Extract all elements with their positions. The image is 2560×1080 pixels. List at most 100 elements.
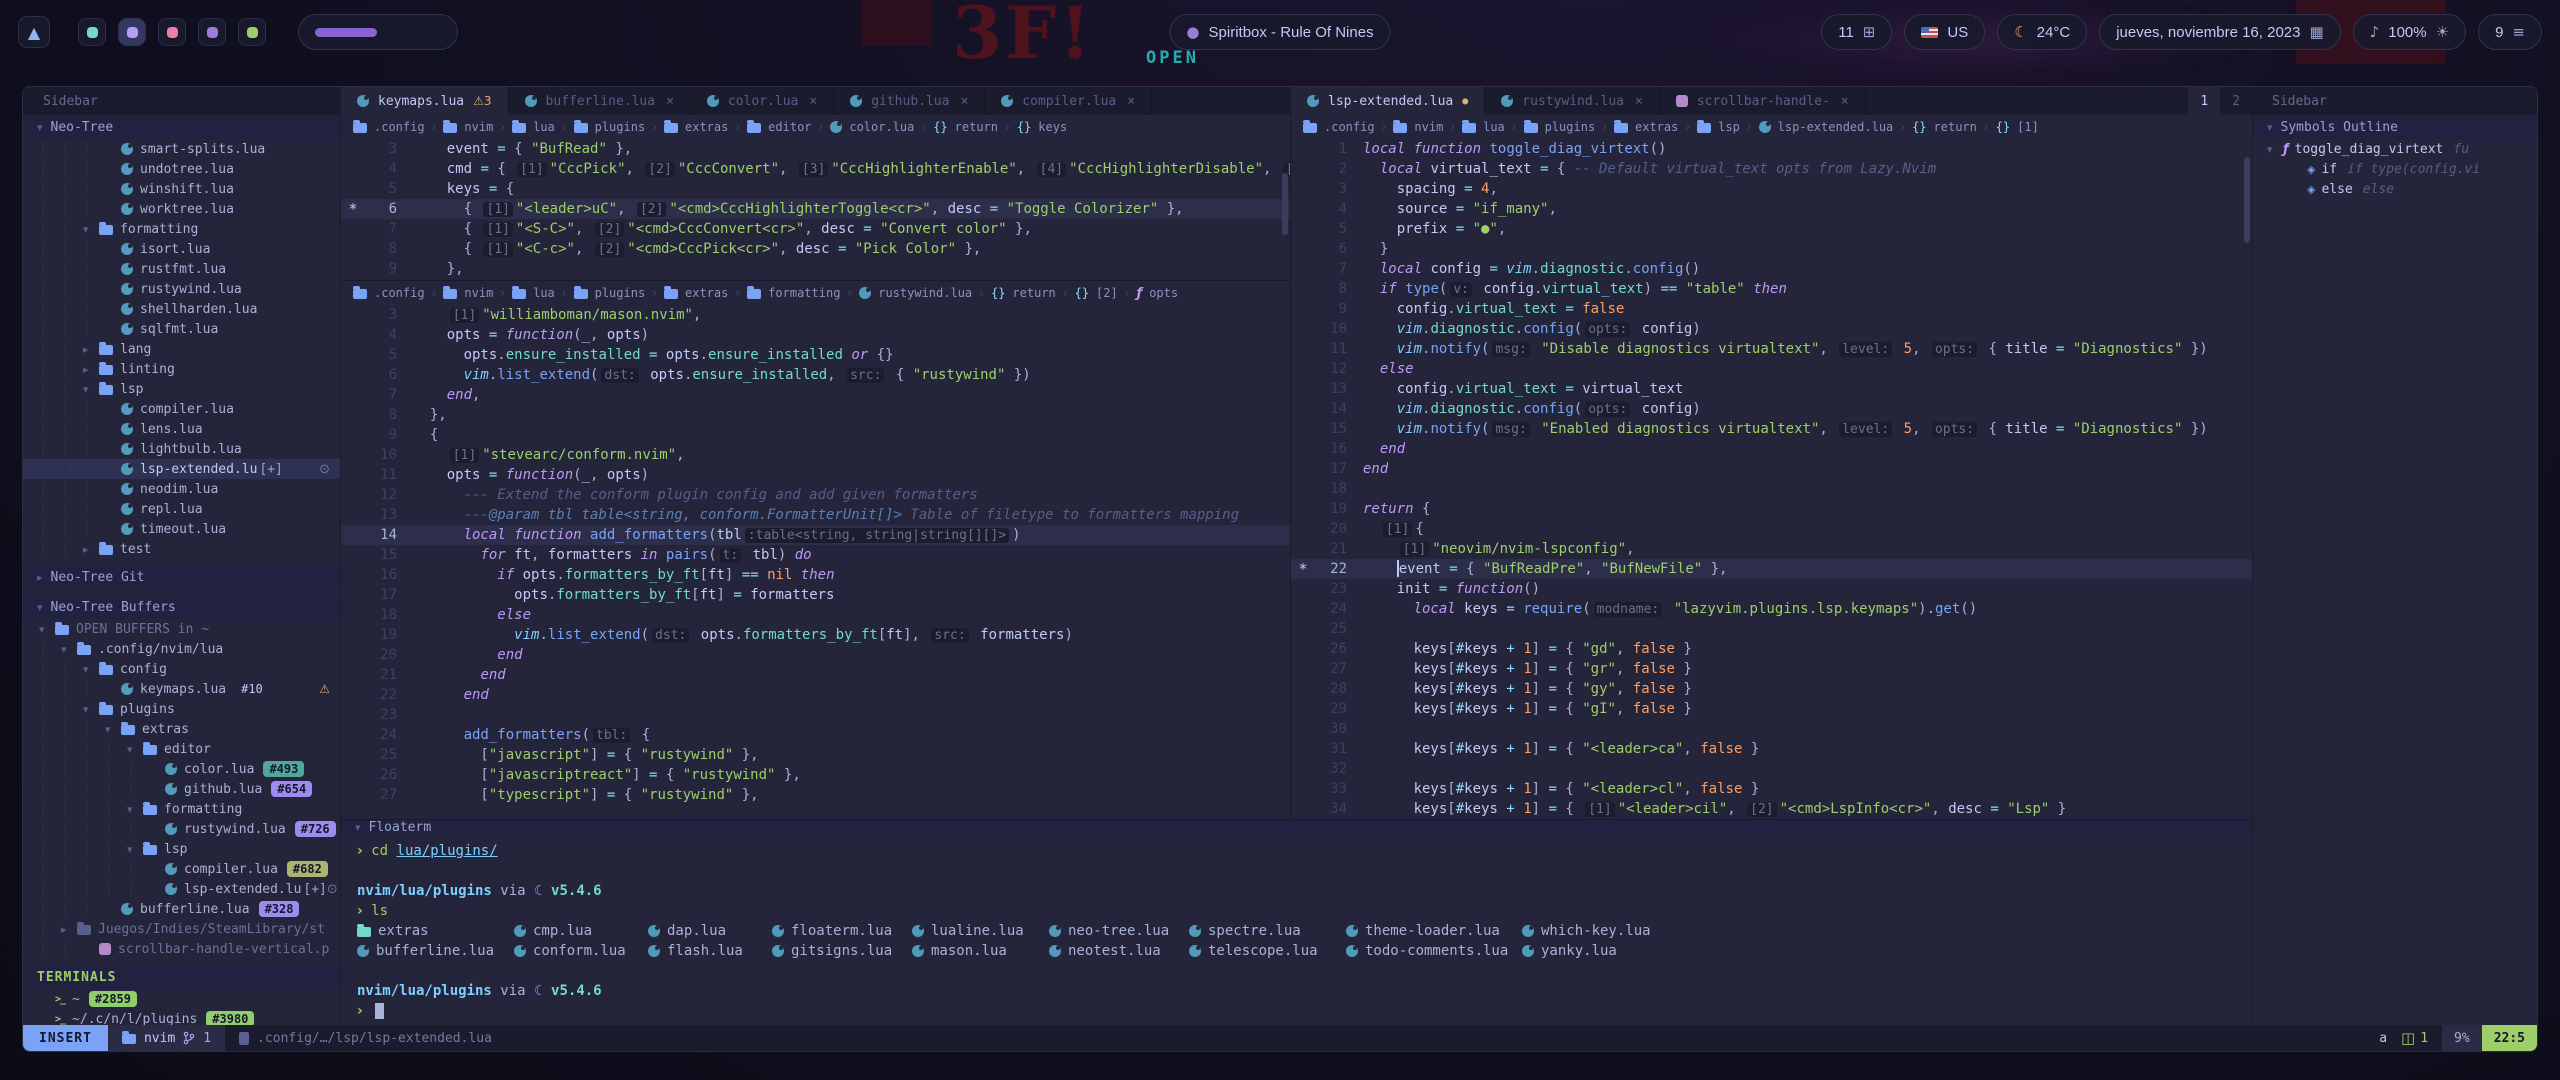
tree-item[interactable]: │▸Juegos/Indies/SteamLibrary/st	[23, 919, 340, 939]
code-line[interactable]: 5 keys = {	[341, 179, 1290, 199]
tree-item[interactable]: │││ keymaps.lua#10⚠	[23, 679, 340, 699]
code-line[interactable]: 27 ["typescript"] = { "rustywind" },	[341, 785, 1290, 805]
section-neotree[interactable]: ▾ Neo-Tree	[23, 115, 340, 139]
editor-pane-color-lua[interactable]: .config›nvim›lua›plugins›extras›editor›c…	[341, 115, 1290, 281]
tab-color.lua[interactable]: color.lua×	[691, 87, 834, 115]
tree-item[interactable]: │││ worktree.lua	[23, 199, 340, 219]
code-line[interactable]: 3 spacing = 4,	[1291, 179, 2252, 199]
tab-compiler.lua[interactable]: compiler.lua×	[985, 87, 1152, 115]
code-line[interactable]: 16 end	[1291, 439, 2252, 459]
close-icon[interactable]: ×	[809, 94, 817, 109]
code-line[interactable]: 9 {	[341, 425, 1290, 445]
code-line[interactable]: 14 vim.diagnostic.config(opts: config)	[1291, 399, 2252, 419]
tree-item[interactable]: │││ shellharden.lua	[23, 299, 340, 319]
code-line[interactable]: *6 { [1]"<leader>uC", [2]"<cmd>CccHighli…	[341, 199, 1290, 219]
tree-item[interactable]: ││▾config	[23, 659, 340, 679]
code-line[interactable]: 30	[1291, 719, 2252, 739]
code-line[interactable]: 2 local virtual_text = { -- Default virt…	[1291, 159, 2252, 179]
code-line[interactable]: 7 end,	[341, 385, 1290, 405]
scrollbar-handle[interactable]	[2244, 157, 2250, 243]
tree-item[interactable]: │││ lightbulb.lua	[23, 439, 340, 459]
code-line[interactable]: 26 keys[#keys + 1] = { "gd", false }	[1291, 639, 2252, 659]
tabpage-2[interactable]: 2	[2220, 87, 2252, 115]
tree-item[interactable]: │││ rustywind.lua	[23, 279, 340, 299]
code-line[interactable]: 18	[1291, 479, 2252, 499]
workspace-icon-3[interactable]	[158, 18, 186, 46]
code-line[interactable]: *22 event = { "BufReadPre", "BufNewFile"…	[1291, 559, 2252, 579]
tree-item[interactable]: >_~/.c/n/l/plugins#3980	[23, 1009, 340, 1025]
code-line[interactable]: 16 if opts.formatters_by_ft[ft] == nil t…	[341, 565, 1290, 585]
window-count-widget[interactable]: 11 ⊞	[1821, 14, 1892, 50]
code-line[interactable]: 23	[341, 705, 1290, 725]
tree-item[interactable]: │││││ compiler.lua#682	[23, 859, 340, 879]
code-line[interactable]: 13 ---@param tbl table<string, conform.F…	[341, 505, 1290, 525]
code-line[interactable]: 3 [1]"williamboman/mason.nvim",	[341, 305, 1290, 325]
code-line[interactable]: 24 add_formatters(tbl: {	[341, 725, 1290, 745]
terminal-output[interactable]: › cd lua/plugins/nvim/lua/plugins via ☾ …	[341, 835, 2252, 1027]
tab-github.lua[interactable]: github.lua×	[834, 87, 985, 115]
section-terminals[interactable]: TERMINALS	[23, 965, 340, 989]
code-line[interactable]: 22 end	[341, 685, 1290, 705]
code-line[interactable]: 32	[1291, 759, 2252, 779]
tree-item[interactable]: │││ isort.lua	[23, 239, 340, 259]
code-line[interactable]: 14 local function add_formatters(tbl:tab…	[341, 525, 1290, 545]
close-icon[interactable]: ×	[1635, 94, 1643, 109]
tree-item[interactable]: │││ compiler.lua	[23, 399, 340, 419]
code-line[interactable]: 21 end	[341, 665, 1290, 685]
code-line[interactable]: 11 vim.notify(msg: "Disable diagnostics …	[1291, 339, 2252, 359]
code-line[interactable]: 25	[1291, 619, 2252, 639]
outline-item-toggle_diag_virtext[interactable]: ▾ƒtoggle_diag_virtextfu	[2253, 139, 2537, 159]
workspace-icon-4[interactable]	[198, 18, 226, 46]
tree-item[interactable]: │││ sqlfmt.lua	[23, 319, 340, 339]
workspace-number-widget[interactable]: 9 ≡	[2478, 14, 2542, 50]
tree-item[interactable]: ▾OPEN BUFFERS in ~	[23, 619, 340, 639]
code-line[interactable]: 15 for ft, formatters in pairs(t: tbl) d…	[341, 545, 1290, 565]
tree-item[interactable]: │││││ lsp-extended.lu [+]⊙	[23, 879, 340, 899]
tree-item[interactable]: ││▾lsp	[23, 379, 340, 399]
tree-item[interactable]: ││ scrollbar-handle-vertical.p	[23, 939, 340, 959]
tree-item[interactable]: │││ timeout.lua	[23, 519, 340, 539]
code-line[interactable]: 7 local config = vim.diagnostic.config()	[1291, 259, 2252, 279]
code-line[interactable]: 4 source = "if_many",	[1291, 199, 2252, 219]
music-widget[interactable]: ● Spiritbox - Rule Of Nines	[1169, 14, 1390, 50]
scrollbar-handle[interactable]	[1282, 173, 1288, 235]
code-line[interactable]: 31 keys[#keys + 1] = { "<leader>ca", fal…	[1291, 739, 2252, 759]
code-line[interactable]: 17 opts.formatters_by_ft[ft] = formatter…	[341, 585, 1290, 605]
tree-item[interactable]: │▾.config/nvim/lua	[23, 639, 340, 659]
close-icon[interactable]: ×	[960, 94, 968, 109]
code-line[interactable]: 29 keys[#keys + 1] = { "gI", false }	[1291, 699, 2252, 719]
close-icon[interactable]: ×	[1841, 94, 1849, 109]
tree-item[interactable]: >_~#2859	[23, 989, 340, 1009]
tree-item[interactable]: ││▾plugins	[23, 699, 340, 719]
code-line[interactable]: 9 config.virtual_text = false	[1291, 299, 2252, 319]
code-line[interactable]: 6 }	[1291, 239, 2252, 259]
workspace-icon-1[interactable]	[78, 18, 106, 46]
code-line[interactable]: 27 keys[#keys + 1] = { "gr", false }	[1291, 659, 2252, 679]
editor-pane-lsp-extended-lua[interactable]: .config›nvim›lua›plugins›extras›lsp›lsp-…	[1291, 115, 2252, 819]
code-line[interactable]: 23 init = function()	[1291, 579, 2252, 599]
code-line[interactable]: 26 ["javascriptreact"] = { "rustywind" }…	[341, 765, 1290, 785]
tree-item[interactable]: │││││ rustywind.lua#726	[23, 819, 340, 839]
code-line[interactable]: 5 opts.ensure_installed = opts.ensure_in…	[341, 345, 1290, 365]
code-line[interactable]: 21 [1]"neovim/nvim-lspconfig",	[1291, 539, 2252, 559]
code-line[interactable]: 8 },	[341, 405, 1290, 425]
tree-item[interactable]: ││▸lang	[23, 339, 340, 359]
outline-item-if[interactable]: ◈ifif type(config.vi	[2253, 159, 2537, 179]
tab-keymaps.lua[interactable]: keymaps.lua⚠3	[341, 87, 509, 115]
tabpage-1[interactable]: 1	[2188, 87, 2220, 115]
code-line[interactable]: 4 cmd = { [1]"CccPick", [2]"CccConvert",…	[341, 159, 1290, 179]
clock-widget[interactable]: jueves, noviembre 16, 2023 ▦	[2099, 14, 2340, 50]
outline-title-bar[interactable]: ▾ Symbols Outline	[2253, 115, 2537, 139]
close-icon[interactable]: ×	[1127, 94, 1135, 109]
tab-rustywind.lua[interactable]: rustywind.lua×	[1485, 87, 1660, 115]
tree-item[interactable]: ││││▾formatting	[23, 799, 340, 819]
code-line[interactable]: 12 else	[1291, 359, 2252, 379]
code-line[interactable]: 19return {	[1291, 499, 2252, 519]
tree-item[interactable]: │││ bufferline.lua#328	[23, 899, 340, 919]
code-line[interactable]: 12 --- Extend the conform plugin config …	[341, 485, 1290, 505]
workspace-icon-2[interactable]	[118, 18, 146, 46]
code-line[interactable]: 28 keys[#keys + 1] = { "gy", false }	[1291, 679, 2252, 699]
code-line[interactable]: 8 { [1]"<C-c>", [2]"<cmd>CccPick<cr>", d…	[341, 239, 1290, 259]
editor-pane-rustywind-lua[interactable]: .config›nvim›lua›plugins›extras›formatti…	[341, 281, 1290, 819]
code-line[interactable]: 7 { [1]"<S-C>", [2]"<cmd>CccConvert<cr>"…	[341, 219, 1290, 239]
